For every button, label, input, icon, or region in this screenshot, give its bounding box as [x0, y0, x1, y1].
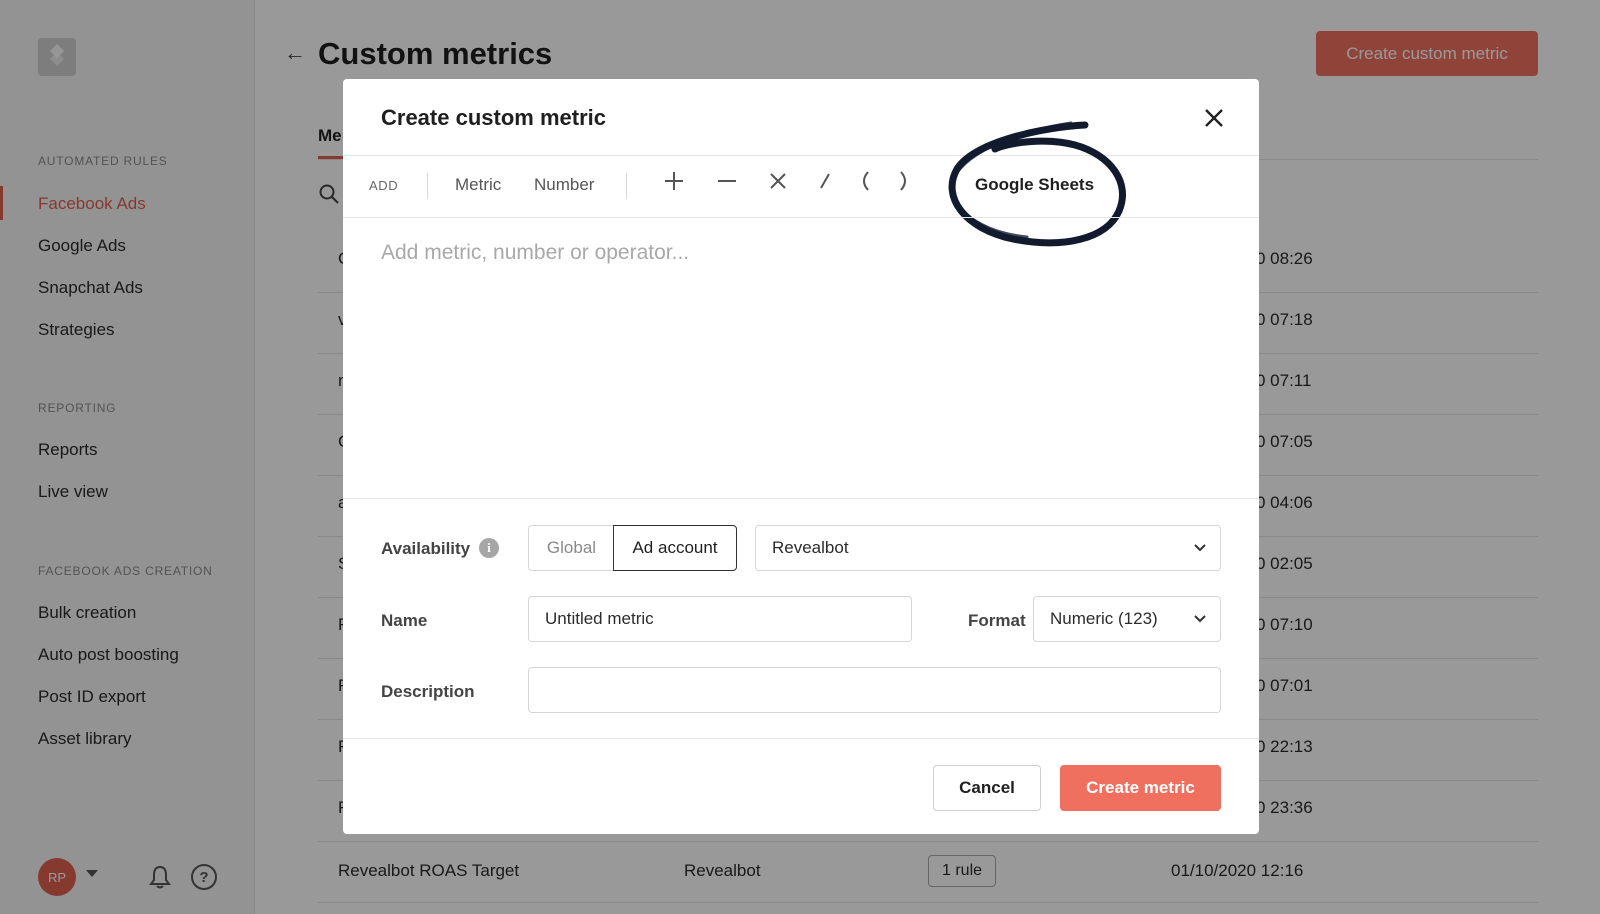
toolbar-divider: [427, 173, 428, 199]
plus-operator-button[interactable]: [663, 170, 685, 192]
add-metric-button[interactable]: Metric: [455, 175, 501, 195]
open-paren-operator-button[interactable]: [854, 170, 876, 192]
description-input[interactable]: [528, 667, 1221, 713]
ad-account-select[interactable]: Revealbot: [755, 525, 1221, 571]
info-icon[interactable]: i: [479, 538, 499, 558]
chevron-down-icon: [1194, 544, 1206, 552]
footer-divider: [343, 738, 1259, 739]
format-value: Numeric (123): [1050, 609, 1158, 628]
toolbar-divider: [626, 173, 627, 199]
close-paren-operator-button[interactable]: [893, 170, 915, 192]
name-label: Name: [381, 611, 428, 630]
modal-title: Create custom metric: [381, 105, 606, 130]
availability-ad-account-option[interactable]: Ad account: [613, 525, 737, 571]
divide-operator-button[interactable]: [814, 170, 836, 192]
create-custom-metric-modal: Create custom metric ADD Metric Number G…: [343, 79, 1259, 834]
cancel-button[interactable]: Cancel: [933, 765, 1041, 811]
close-paren-icon: [900, 171, 906, 191]
description-label: Description: [381, 682, 475, 701]
name-input[interactable]: [528, 596, 912, 642]
toolbar-divider-bottom: [343, 217, 1259, 218]
create-metric-button[interactable]: Create metric: [1060, 765, 1221, 811]
formula-input[interactable]: [381, 241, 1221, 441]
formula-divider: [343, 498, 1259, 499]
add-number-button[interactable]: Number: [534, 175, 594, 195]
availability-global-option[interactable]: Global: [528, 525, 614, 571]
format-label: Format: [968, 611, 1026, 630]
plus-icon: [665, 172, 683, 190]
divide-icon: [820, 173, 830, 189]
format-select[interactable]: Numeric (123): [1033, 596, 1221, 642]
header-divider: [343, 155, 1259, 156]
ad-account-value: Revealbot: [772, 538, 849, 557]
multiply-operator-button[interactable]: [767, 170, 789, 192]
minus-icon: [718, 180, 736, 182]
availability-label: Availability: [381, 539, 471, 558]
chevron-down-icon: [1194, 615, 1206, 623]
toolbar-add-label: ADD: [369, 178, 399, 193]
google-sheets-button[interactable]: Google Sheets: [975, 175, 1094, 195]
close-icon[interactable]: [1199, 103, 1229, 133]
open-paren-icon: [863, 171, 869, 191]
multiply-icon: [770, 173, 786, 189]
minus-operator-button[interactable]: [716, 170, 738, 192]
